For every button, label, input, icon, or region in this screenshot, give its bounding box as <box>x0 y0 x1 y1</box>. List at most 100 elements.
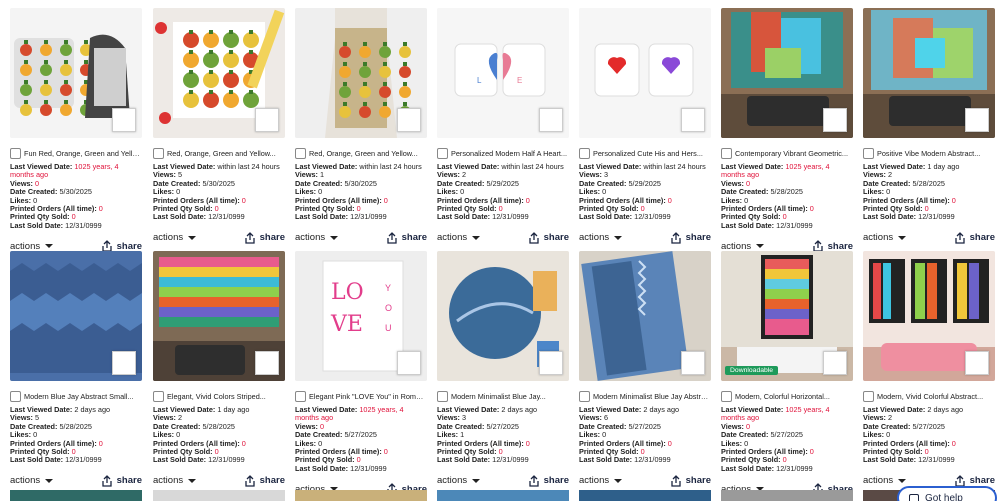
share-button[interactable]: share <box>954 231 995 244</box>
product-preview-icon[interactable] <box>112 351 136 375</box>
actions-menu[interactable]: actions <box>10 475 54 486</box>
product-title[interactable]: Elegant Pink "LOVE You" in Roman... <box>309 392 427 401</box>
product-thumbnail[interactable] <box>295 8 427 138</box>
product-preview-icon[interactable] <box>397 351 421 375</box>
printed-orders-value: 0 <box>383 447 388 457</box>
product-thumbnail[interactable]: LE <box>437 8 569 138</box>
product-title[interactable]: Red, Orange, Green and Yellow... <box>167 149 276 158</box>
product-thumbnail[interactable] <box>153 8 285 138</box>
select-checkbox[interactable] <box>10 147 21 159</box>
product-preview-icon[interactable] <box>823 351 847 375</box>
share-button[interactable]: share <box>670 474 711 487</box>
product-title[interactable]: Contemporary Vibrant Geometric... <box>735 149 848 158</box>
product-thumbnail[interactable] <box>153 251 285 381</box>
select-checkbox[interactable] <box>721 390 732 402</box>
product-preview-icon[interactable] <box>965 108 989 132</box>
share-button[interactable]: share <box>101 474 142 487</box>
product-thumbnail[interactable] <box>437 490 569 501</box>
product-preview-icon[interactable] <box>255 108 279 132</box>
share-button[interactable]: share <box>386 231 427 244</box>
help-button[interactable]: Got help <box>897 486 997 501</box>
select-checkbox[interactable] <box>295 390 306 402</box>
product-stats: Last Viewed Date: 2 days ago Views: 6 Da… <box>579 405 711 465</box>
product-thumbnail[interactable] <box>579 8 711 138</box>
actions-menu[interactable]: actions <box>295 232 339 243</box>
product-thumbnail[interactable] <box>10 490 142 501</box>
product-title[interactable]: Modern Minimalist Blue Jay... <box>451 392 546 401</box>
product-thumbnail[interactable] <box>863 8 995 138</box>
actions-menu[interactable]: actions <box>437 475 481 486</box>
actions-menu[interactable]: actions <box>863 475 907 486</box>
last-sold-value: 12/31/0999 <box>776 463 813 473</box>
product-preview-icon[interactable] <box>681 351 705 375</box>
product-title[interactable]: Personalized Modern Half A Heart... <box>451 149 567 158</box>
product-title[interactable]: Modern Blue Jay Abstract Small... <box>24 392 134 401</box>
product-title[interactable]: Personalized Cute His and Hers... <box>593 149 703 158</box>
actions-menu[interactable]: actions <box>579 475 623 486</box>
select-checkbox[interactable] <box>579 390 590 402</box>
actions-menu[interactable]: actions <box>863 232 907 243</box>
product-title[interactable]: Positive Vibe Modern Abstract... <box>877 149 980 158</box>
select-checkbox[interactable] <box>863 147 874 159</box>
select-checkbox[interactable] <box>295 147 306 159</box>
product-preview-icon[interactable] <box>823 108 847 132</box>
product-thumbnail[interactable] <box>579 251 711 381</box>
select-checkbox[interactable] <box>437 147 448 159</box>
select-checkbox[interactable] <box>10 390 21 402</box>
product-thumbnail[interactable] <box>153 490 285 501</box>
product-preview-icon[interactable] <box>965 351 989 375</box>
select-checkbox[interactable] <box>721 147 732 159</box>
share-button[interactable]: share <box>244 231 285 244</box>
product-title[interactable]: Elegant, Vivid Colors Striped... <box>167 392 266 401</box>
actions-menu[interactable]: actions <box>579 232 623 243</box>
product-card: LO VE Y O U Elegant Pink "LOVE You" in Roman… <box>295 251 427 496</box>
product-card: Red, Orange, Green and Yellow... Last Vi… <box>153 8 285 245</box>
caret-down-icon <box>756 244 765 249</box>
share-button[interactable]: share <box>528 231 569 244</box>
select-checkbox[interactable] <box>863 390 874 402</box>
actions-menu[interactable]: actions <box>153 475 197 486</box>
product-title[interactable]: Red, Orange, Green and Yellow... <box>309 149 418 158</box>
product-thumbnail[interactable] <box>295 490 427 501</box>
product-thumbnail[interactable]: Downloadable <box>721 251 853 381</box>
product-thumbnail[interactable] <box>721 490 853 501</box>
share-label: share <box>259 232 285 244</box>
product-thumbnail[interactable] <box>721 8 853 138</box>
product-preview-icon[interactable] <box>112 108 136 132</box>
product-preview-icon[interactable] <box>681 108 705 132</box>
product-thumbnail[interactable] <box>437 251 569 381</box>
last-viewed-value: within last 24 hours <box>501 162 564 171</box>
product-title[interactable]: Modern, Colorful Horizontal... <box>735 392 830 401</box>
select-checkbox[interactable] <box>437 390 448 402</box>
product-thumbnail[interactable] <box>863 251 995 381</box>
last-sold-value: 12/31/0999 <box>634 212 671 222</box>
product-thumbnail[interactable] <box>10 8 142 138</box>
select-checkbox[interactable] <box>579 147 590 159</box>
product-preview-icon[interactable] <box>539 351 563 375</box>
product-preview-icon[interactable] <box>539 108 563 132</box>
product-title[interactable]: Fun Red, Orange, Green and Yello... <box>24 149 142 158</box>
share-button[interactable]: share <box>244 474 285 487</box>
product-preview-icon[interactable] <box>397 108 421 132</box>
select-checkbox[interactable] <box>153 147 164 159</box>
share-button[interactable]: share <box>528 474 569 487</box>
product-stats: Last Viewed Date: 2 days ago Views: 3 Da… <box>437 405 569 465</box>
product-thumbnail[interactable]: LO VE Y O U <box>295 251 427 381</box>
product-title[interactable]: Modern Minimalist Blue Jay Abstract... <box>593 392 711 401</box>
actions-menu[interactable]: actions <box>437 232 481 243</box>
caret-down-icon <box>614 235 623 240</box>
product-card: Contemporary Vibrant Geometric... Last V… <box>721 8 853 253</box>
product-thumbnail[interactable] <box>579 490 711 501</box>
last-viewed-value: 2 days ago <box>501 405 538 414</box>
share-button[interactable]: share <box>670 231 711 244</box>
product-preview-icon[interactable] <box>255 351 279 375</box>
last-viewed-value: 1 day ago <box>217 405 250 414</box>
caret-down-icon <box>45 478 54 483</box>
share-icon <box>244 474 255 487</box>
actions-menu[interactable]: actions <box>153 232 197 243</box>
product-title[interactable]: Modern, Vivid Colorful Abstract... <box>877 392 983 401</box>
product-thumbnail[interactable] <box>10 251 142 381</box>
date-created-value: 5/27/2025 <box>628 421 661 431</box>
select-checkbox[interactable] <box>153 390 164 402</box>
last-sold-label: Last Sold Date: <box>863 212 917 222</box>
